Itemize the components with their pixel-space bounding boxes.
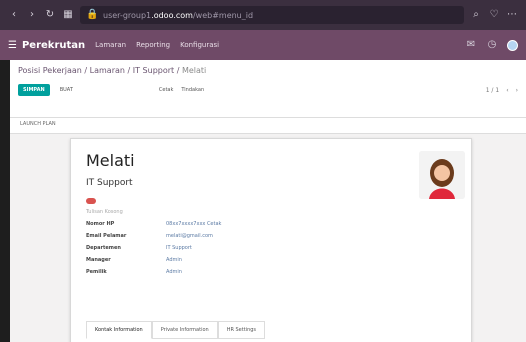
url-bar[interactable]: 🔒 user-group1.odoo.com/web#menu_id [80,6,464,24]
field-value[interactable]: Admin [166,269,182,275]
person-avatar-icon [419,151,465,199]
tab-private-information[interactable]: Private Information [151,321,218,339]
field-label: Departemen [86,245,121,251]
status-bar: LAUNCH PLAN [10,118,526,134]
field-value[interactable]: 08xx7xxxx7xxx Cetak [166,221,221,227]
extensions-icon[interactable]: ⋯ [506,9,518,21]
menu-lamaran[interactable]: Lamaran [95,41,126,49]
pager-value: 1 / 1 [485,86,500,94]
field-manager: Manager Admin [86,257,456,263]
field-value[interactable]: melati@gmail.com [166,233,213,239]
action-button[interactable]: Tindakan [181,87,204,93]
field-value[interactable]: Admin [166,257,182,263]
app-content: Posisi Pekerjaan / Lamaran / IT Support … [10,60,526,342]
menu-icon[interactable]: ☰ [8,40,17,51]
menu-configuration[interactable]: Konfigurasi [180,41,219,49]
bookmark-icon[interactable]: ♡ [488,9,500,21]
status-button[interactable]: LAUNCH PLAN [20,121,56,127]
button-row: SIMPAN BUAT Cetak Tindakan 1 / 1 ‹ › [18,83,518,97]
user-avatar[interactable] [507,39,518,51]
url-text: user-group1.odoo.com/web#menu_id [103,11,253,20]
reload-icon[interactable]: ↻ [44,9,56,21]
applicant-name[interactable]: Melati [86,151,456,170]
action-tools: Cetak Tindakan [159,87,204,93]
field-label: Email Pelamar [86,233,127,239]
job-title[interactable]: IT Support [86,178,456,188]
forward-icon[interactable]: › [26,9,38,21]
app-navbar: ☰ Perekrutan Lamaran Reporting Konfigura… [0,30,526,60]
tab-hr-settings[interactable]: HR Settings [217,321,266,339]
control-panel: Posisi Pekerjaan / Lamaran / IT Support … [10,60,526,118]
breadcrumb-path[interactable]: Posisi Pekerjaan / Lamaran / IT Support … [18,66,182,75]
url-domain: .odoo.com [151,10,193,20]
field-department: Departemen IT Support [86,245,456,251]
field-label: Manager [86,257,111,263]
navbar-right: ✉ ◷ [465,39,518,51]
avatar[interactable] [419,151,465,199]
description-placeholder: Tulisan Kosong [86,209,123,215]
pager-prev-icon[interactable]: ‹ [506,87,508,94]
save-button[interactable]: SIMPAN [18,84,50,96]
app-title[interactable]: ☰ Perekrutan [8,40,85,51]
browser-toolbar: ‹ › ↻ ▦ 🔒 user-group1.odoo.com/web#menu_… [0,0,526,30]
url-path: /web#menu_id [192,10,254,20]
clock-icon[interactable]: ◷ [486,39,498,51]
field-label: Nomor HP [86,221,115,227]
field-owner: Pemilik Admin [86,269,456,275]
chat-icon[interactable]: ✉ [465,39,477,51]
create-button[interactable]: BUAT [56,84,77,96]
record-form: Melati IT Support Tulisan Kosong Nomor H… [70,138,472,342]
pager-next-icon[interactable]: › [516,87,518,94]
menu-reporting[interactable]: Reporting [136,41,170,49]
status-tag[interactable] [86,198,96,204]
tab-contact-information[interactable]: Kontak Information [86,321,152,339]
search-icon[interactable]: ⌕ [470,9,482,21]
field-label: Pemilik [86,269,107,275]
url-prefix: user-group1 [103,10,152,20]
pager: 1 / 1 ‹ › [486,87,518,94]
lock-icon: 🔒 [86,9,99,20]
field-phone: Nomor HP 08xx7xxxx7xxx Cetak [86,221,456,227]
breadcrumb-current: Melati [181,66,207,75]
screen: ‹ › ↻ ▦ 🔒 user-group1.odoo.com/web#menu_… [0,0,526,342]
print-button[interactable]: Cetak [159,87,174,93]
grid-icon[interactable]: ▦ [62,9,74,21]
field-value[interactable]: IT Support [166,245,192,251]
field-email: Email Pelamar melati@gmail.com [86,233,456,239]
back-icon[interactable]: ‹ [8,9,20,21]
app-name: Perekrutan [21,39,86,51]
form-tabs: Kontak Information Private Information H… [86,321,266,339]
breadcrumb: Posisi Pekerjaan / Lamaran / IT Support … [18,66,518,75]
